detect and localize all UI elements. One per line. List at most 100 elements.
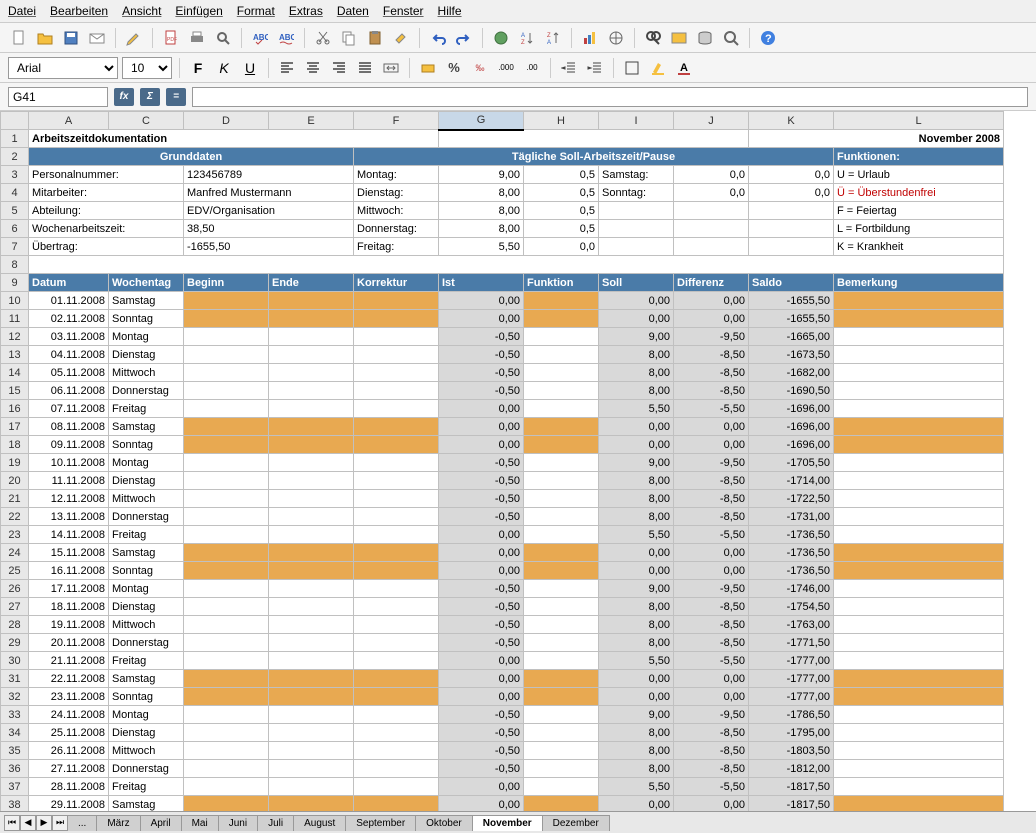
row-header[interactable]: 36 bbox=[1, 760, 29, 778]
cell-end[interactable] bbox=[269, 418, 354, 436]
cell-end[interactable] bbox=[269, 724, 354, 742]
sheet-tab[interactable]: August bbox=[293, 815, 346, 831]
menu-extras[interactable]: Extras bbox=[289, 4, 323, 18]
cell-soll[interactable]: 9,00 bbox=[599, 328, 674, 346]
cell-saldo[interactable]: -1795,00 bbox=[749, 724, 834, 742]
legend-item[interactable]: F = Feiertag bbox=[834, 202, 1004, 220]
cell-diff[interactable]: 0,00 bbox=[674, 562, 749, 580]
row-header[interactable]: 26 bbox=[1, 580, 29, 598]
cell-soll[interactable]: 8,00 bbox=[599, 742, 674, 760]
menu-einfuegen[interactable]: Einfügen bbox=[175, 4, 222, 18]
cell-end[interactable] bbox=[269, 292, 354, 310]
sort-asc-icon[interactable]: AZ bbox=[516, 27, 538, 49]
row-header[interactable]: 6 bbox=[1, 220, 29, 238]
cell-end[interactable] bbox=[269, 526, 354, 544]
cell-funktion[interactable] bbox=[524, 364, 599, 382]
cell-ist[interactable]: -0,50 bbox=[439, 508, 524, 526]
cell-soll[interactable]: 5,50 bbox=[599, 652, 674, 670]
cell-saldo[interactable]: -1812,00 bbox=[749, 760, 834, 778]
cell-remark[interactable] bbox=[834, 688, 1004, 706]
cell[interactable] bbox=[599, 220, 674, 238]
col-header-h[interactable]: H bbox=[524, 112, 599, 130]
cell[interactable] bbox=[749, 220, 834, 238]
cell-diff[interactable]: -8,50 bbox=[674, 724, 749, 742]
open-icon[interactable] bbox=[34, 27, 56, 49]
cell-soll[interactable]: 5,50 bbox=[599, 778, 674, 796]
cell-funktion[interactable] bbox=[524, 706, 599, 724]
cell-begin[interactable] bbox=[184, 310, 269, 328]
cell-funktion[interactable] bbox=[524, 742, 599, 760]
cell-ist[interactable]: -0,50 bbox=[439, 742, 524, 760]
cell-diff[interactable]: -8,50 bbox=[674, 472, 749, 490]
sheet-tab[interactable]: Juli bbox=[257, 815, 294, 831]
select-all-corner[interactable] bbox=[1, 112, 29, 130]
merge-cells-icon[interactable] bbox=[380, 57, 402, 79]
data-col-header[interactable]: Datum bbox=[29, 274, 109, 292]
bgcolor-icon[interactable] bbox=[647, 57, 669, 79]
align-justify-icon[interactable] bbox=[354, 57, 376, 79]
cell-ist[interactable]: -0,50 bbox=[439, 616, 524, 634]
cell-diff[interactable]: -8,50 bbox=[674, 760, 749, 778]
cell-weekday[interactable]: Freitag bbox=[109, 400, 184, 418]
cell-saldo[interactable]: -1696,00 bbox=[749, 418, 834, 436]
cell-date[interactable]: 14.11.2008 bbox=[29, 526, 109, 544]
cell-funktion[interactable] bbox=[524, 346, 599, 364]
cell-korr[interactable] bbox=[354, 310, 439, 328]
cell-remark[interactable] bbox=[834, 652, 1004, 670]
cell-end[interactable] bbox=[269, 436, 354, 454]
cell-funktion[interactable] bbox=[524, 526, 599, 544]
weekend-soll[interactable]: 0,0 bbox=[674, 166, 749, 184]
data-col-header[interactable]: Beginn bbox=[184, 274, 269, 292]
cell-remark[interactable] bbox=[834, 310, 1004, 328]
cell-soll[interactable]: 9,00 bbox=[599, 706, 674, 724]
cell-soll[interactable]: 9,00 bbox=[599, 580, 674, 598]
cell-weekday[interactable]: Freitag bbox=[109, 778, 184, 796]
cell-weekday[interactable]: Montag bbox=[109, 580, 184, 598]
fontcolor-icon[interactable]: A bbox=[673, 57, 695, 79]
sum-icon[interactable]: Σ bbox=[140, 88, 160, 106]
sheet-tab[interactable]: März bbox=[96, 815, 140, 831]
cell-funktion[interactable] bbox=[524, 616, 599, 634]
cell-korr[interactable] bbox=[354, 598, 439, 616]
data-col-header[interactable]: Saldo bbox=[749, 274, 834, 292]
cell-end[interactable] bbox=[269, 580, 354, 598]
chart-icon[interactable] bbox=[579, 27, 601, 49]
datasources-icon[interactable] bbox=[694, 27, 716, 49]
cell-remark[interactable] bbox=[834, 328, 1004, 346]
cell-soll[interactable]: 8,00 bbox=[599, 634, 674, 652]
cell-weekday[interactable]: Mittwoch bbox=[109, 364, 184, 382]
cell-end[interactable] bbox=[269, 616, 354, 634]
cell-korr[interactable] bbox=[354, 328, 439, 346]
cell-diff[interactable]: -5,50 bbox=[674, 400, 749, 418]
cell-funktion[interactable] bbox=[524, 292, 599, 310]
cell-korr[interactable] bbox=[354, 382, 439, 400]
cell-begin[interactable] bbox=[184, 328, 269, 346]
weekend-name[interactable]: Sonntag: bbox=[599, 184, 674, 202]
col-header-l[interactable]: L bbox=[834, 112, 1004, 130]
cell-begin[interactable] bbox=[184, 688, 269, 706]
cell[interactable] bbox=[599, 202, 674, 220]
cell-end[interactable] bbox=[269, 490, 354, 508]
menu-format[interactable]: Format bbox=[237, 4, 275, 18]
mail-icon[interactable] bbox=[86, 27, 108, 49]
help-icon[interactable]: ? bbox=[757, 27, 779, 49]
cell-date[interactable]: 23.11.2008 bbox=[29, 688, 109, 706]
cell-korr[interactable] bbox=[354, 472, 439, 490]
cell-korr[interactable] bbox=[354, 544, 439, 562]
sheet-tab[interactable]: September bbox=[345, 815, 416, 831]
row-header[interactable]: 14 bbox=[1, 364, 29, 382]
cell-date[interactable]: 22.11.2008 bbox=[29, 670, 109, 688]
cell-ist[interactable]: 0,00 bbox=[439, 310, 524, 328]
cell-begin[interactable] bbox=[184, 436, 269, 454]
col-header-i[interactable]: I bbox=[599, 112, 674, 130]
cell-diff[interactable]: -8,50 bbox=[674, 346, 749, 364]
cell-ist[interactable]: 0,00 bbox=[439, 778, 524, 796]
cell-ist[interactable]: -0,50 bbox=[439, 490, 524, 508]
cell-ist[interactable]: -0,50 bbox=[439, 724, 524, 742]
cell-remark[interactable] bbox=[834, 364, 1004, 382]
cell-korr[interactable] bbox=[354, 508, 439, 526]
row-header[interactable]: 7 bbox=[1, 238, 29, 256]
cell-begin[interactable] bbox=[184, 382, 269, 400]
row-header[interactable]: 21 bbox=[1, 490, 29, 508]
font-size-select[interactable]: 10 bbox=[122, 57, 172, 79]
